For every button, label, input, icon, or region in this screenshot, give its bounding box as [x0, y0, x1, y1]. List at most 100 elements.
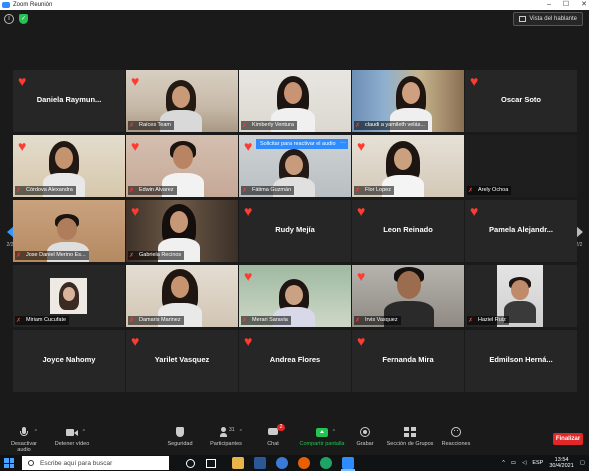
mic-muted-icon: ✗	[129, 318, 135, 324]
participants-label: Participantes	[210, 441, 242, 447]
breakout-rooms-icon	[404, 427, 416, 438]
word-icon[interactable]	[254, 457, 266, 469]
participant-name-label: Arely Ochoa	[467, 186, 512, 195]
file-explorer-icon[interactable]	[232, 457, 244, 469]
participant-tile[interactable]: ♥ Gabriela Recinos ✗	[126, 200, 238, 262]
participant-name: Flor Lopez	[365, 187, 391, 193]
participant-tile[interactable]: Jose Daniel Merino Es... ✗	[13, 200, 125, 262]
record-button[interactable]: Grabar	[350, 427, 380, 447]
grid-view-icon	[519, 16, 527, 22]
breakout-rooms-button[interactable]: Sección de Grupos	[384, 427, 436, 447]
participant-tile[interactable]: ♥ Yarilet Vasquez	[126, 330, 238, 392]
video-camera-icon: ^	[66, 427, 85, 438]
participant-tile[interactable]: ♥ Merari Saravia ✗	[239, 265, 351, 327]
language-indicator[interactable]: ESP	[532, 460, 543, 466]
participant-tile[interactable]: ♥ Leon Reinado	[352, 200, 464, 262]
participant-name: Miriam Cucufate	[26, 317, 67, 323]
security-button[interactable]: Seguridad	[160, 427, 200, 447]
participant-tile[interactable]: ♥ Raíces Team ✗	[126, 70, 238, 132]
reactions-button[interactable]: Reacciones	[438, 427, 474, 447]
participant-tile[interactable]: ♥ Edwin Alvarez ✗	[126, 135, 238, 197]
heart-reaction-icon: ♥	[131, 138, 140, 154]
participant-name-label: Irvis Vasquez	[354, 316, 401, 325]
participant-tile[interactable]: claudi a yamileth velás... ✗	[352, 70, 464, 132]
participant-name: Kimberly Ventura	[252, 122, 294, 128]
notifications-icon[interactable]: ▢	[580, 460, 585, 466]
end-meeting-button[interactable]: Finalizar	[553, 433, 583, 445]
participant-name: Joyce Nahomy	[42, 355, 96, 364]
meeting-info-icon[interactable]: i	[4, 14, 14, 24]
mic-muted-icon: ✗	[16, 188, 22, 194]
maximize-button[interactable]: ☐	[563, 0, 569, 10]
chevron-up-icon[interactable]: ^	[333, 429, 335, 435]
participant-name: Irvis Vasquez	[365, 317, 398, 323]
mic-muted-icon: ✗	[468, 318, 474, 324]
zoom-window: Zoom Reunión – ☐ ✕ i ✓ Vista del hablant…	[0, 0, 589, 471]
mic-muted-icon: ✗	[468, 188, 474, 194]
participant-name: Gabriela Recinos	[139, 252, 182, 258]
chevron-up-icon[interactable]: ^	[502, 460, 505, 466]
participant-name: Raíces Team	[139, 122, 171, 128]
participant-tile[interactable]: ♥ Flor Lopez ✗	[352, 135, 464, 197]
shield-icon	[174, 427, 186, 438]
participant-tile[interactable]: Kimberly Ventura ✗	[239, 70, 351, 132]
clock[interactable]: 13:54 30/4/2021	[549, 457, 573, 469]
more-options-button[interactable]: ···	[338, 139, 348, 149]
close-button[interactable]: ✕	[581, 0, 587, 10]
participant-tile[interactable]: Haziel Ruiz ✗	[465, 265, 577, 327]
participant-name-label: Raíces Team	[128, 121, 174, 130]
participant-tile[interactable]: ♥ Irvis Vasquez ✗	[352, 265, 464, 327]
participant-name: Fernanda Mira	[382, 355, 434, 364]
heart-reaction-icon: ♥	[357, 333, 366, 349]
participant-tile[interactable]: ♥ Córdova Alexandra ✗	[13, 135, 125, 197]
search-placeholder: Escribe aquí para buscar	[40, 459, 113, 467]
participant-tile[interactable]: ♥ Rudy Mejía	[239, 200, 351, 262]
participant-tile[interactable]: ♥ Oscar Soto	[465, 70, 577, 132]
heart-reaction-icon: ♥	[131, 333, 140, 349]
unmute-request-tooltip[interactable]: Solicitar para reactivar el audio	[256, 139, 340, 149]
participant-tile[interactable]: ♥ Fernanda Mira	[352, 330, 464, 392]
cortana-icon[interactable]	[186, 459, 195, 468]
chevron-up-icon[interactable]: ^	[35, 429, 37, 435]
speaker-view-button[interactable]: Vista del hablante	[513, 12, 583, 26]
participant-name: Pamela Alejandr...	[489, 225, 553, 234]
chrome-icon[interactable]	[320, 457, 332, 469]
share-screen-button[interactable]: ^ Compartir pantalla	[296, 427, 348, 447]
participant-tile[interactable]: ♥ Andrea Flores	[239, 330, 351, 392]
chat-button[interactable]: 2 Chat	[258, 424, 288, 447]
mic-muted-icon: ✗	[16, 318, 22, 324]
participant-tile[interactable]: Arely Ochoa ✗	[465, 135, 577, 197]
mic-muted-icon: ✗	[129, 188, 135, 194]
participant-name: Edwin Alvarez	[139, 187, 174, 193]
chat-unread-badge: 2	[277, 424, 285, 431]
encryption-shield-icon[interactable]: ✓	[19, 14, 28, 24]
participant-name-label: claudi a yamileth velás...	[354, 121, 428, 130]
participant-tile[interactable]: ♥ Pamela Alejandr...	[465, 200, 577, 262]
heart-reaction-icon: ♥	[357, 203, 366, 219]
mute-audio-button[interactable]: ^ Desactivar audio	[4, 427, 44, 453]
participant-name: Haziel Ruiz	[478, 317, 506, 323]
chevron-up-icon[interactable]: ^	[240, 429, 242, 435]
participant-name: Oscar Soto	[500, 95, 541, 104]
taskbar-search-input[interactable]: Escribe aquí para buscar	[22, 456, 169, 470]
record-icon	[359, 427, 371, 438]
stop-video-button[interactable]: ^ Detener vídeo	[52, 427, 92, 447]
zoom-taskbar-icon[interactable]	[342, 457, 354, 469]
volume-icon[interactable]: ◁	[522, 460, 526, 466]
microphone-icon: ^	[18, 427, 37, 438]
participant-tile[interactable]: ♥ Daniela Raymun...	[13, 70, 125, 132]
task-view-icon[interactable]	[206, 459, 216, 468]
participant-tile[interactable]: Joyce Nahomy	[13, 330, 125, 392]
participant-tile[interactable]: Damaris Marinez ✗	[126, 265, 238, 327]
participant-name: Damaris Marinez	[139, 317, 181, 323]
zoom-logo-icon	[2, 2, 10, 8]
windows-start-icon[interactable]	[4, 458, 14, 468]
participant-tile[interactable]: Miriam Cucufate ✗	[13, 265, 125, 327]
edge-icon[interactable]	[276, 457, 288, 469]
participant-tile[interactable]: Edmilson Herná...	[465, 330, 577, 392]
firefox-icon[interactable]	[298, 457, 310, 469]
minimize-button[interactable]: –	[547, 0, 551, 10]
participants-button[interactable]: 31 ^ Participantes	[206, 427, 246, 447]
chevron-up-icon[interactable]: ^	[83, 429, 85, 435]
network-icon[interactable]: ▭	[511, 460, 516, 466]
